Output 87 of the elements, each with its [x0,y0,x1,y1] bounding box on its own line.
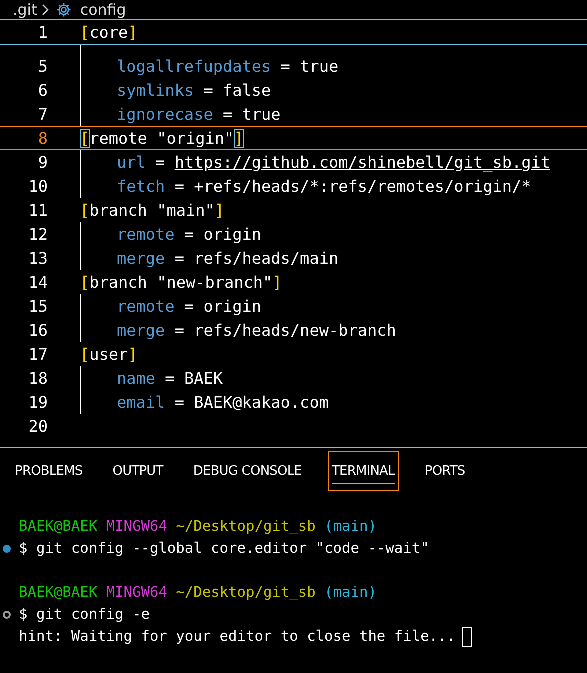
section-name: branch "new-branch" [90,272,273,292]
line-number: 12 [28,224,48,244]
line-number: 15 [28,296,48,316]
prompt-user: BAEK@BAEK [19,519,98,535]
equals-sign: = [204,80,214,100]
config-key: merge [117,248,166,268]
line-number: 16 [28,320,48,340]
line-number: 13 [28,248,48,268]
equals-sign: = [174,248,184,268]
breadcrumb-folder[interactable]: .git [13,0,38,18]
bracket: ] [128,22,138,42]
bracket: [ [80,272,90,292]
prompt-branch: (main) [324,585,377,601]
config-key: remote [117,296,175,316]
prompt-user: BAEK@BAEK [19,585,98,601]
panel-tab[interactable]: DEBUG CONSOLE [189,451,306,491]
equals-sign: = [280,56,290,76]
config-value: true [300,56,339,76]
gear-icon [56,2,72,18]
config-key: merge [117,320,166,340]
chevron-icon [41,4,50,16]
command-status-icon[interactable] [3,545,11,553]
terminal-command: $ git config --global core.editor "code --wait" [19,541,430,557]
equals-sign: = [184,224,194,244]
config-key: remote [117,224,175,244]
line-number: 14 [28,272,48,292]
url-link[interactable]: https://github.com/shinebell/git_sb.git [174,152,551,172]
config-key: ignorecase [117,104,214,124]
equals-sign: = [184,296,194,316]
bracket: ] [214,200,225,220]
bracket: ] [128,344,138,364]
bracket: [ [80,200,90,220]
section-name: user [90,344,128,364]
config-value: BAEK [184,368,223,388]
panel-tab[interactable]: PORTS [420,451,470,491]
prompt-branch: (main) [324,519,377,535]
config-value: origin [204,224,262,244]
line-number: 10 [28,176,48,196]
bracket: ] [234,128,244,148]
bracket: ] [272,272,282,292]
bracket: [ [80,344,90,364]
config-key: fetch [117,176,166,196]
section-name: branch "main" [90,200,215,220]
equals-sign: = [156,152,166,172]
panel-tab[interactable]: TERMINAL [328,451,399,491]
equals-sign: = [174,392,184,412]
line-number: 19 [28,392,48,412]
command-status-icon[interactable] [3,611,11,619]
config-value: BAEK@kakao.com [194,392,329,412]
line-number: 11 [28,200,48,220]
config-key: url [117,152,146,172]
line-number: 1 [37,22,48,42]
prompt-path: ~/Desktop/git_sb [176,519,316,535]
config-value: true [242,104,281,124]
config-key: logallrefupdates [117,56,272,76]
prompt-path: ~/Desktop/git_sb [176,585,316,601]
line-number: 20 [28,416,48,436]
config-value: origin [204,296,262,316]
config-value: refs/heads/main [194,248,339,268]
line-number: 6 [37,80,48,100]
equals-sign: = [165,368,175,388]
config-value: +refs/heads/*:refs/remotes/origin/* [194,176,532,196]
line-number: 18 [28,368,48,388]
breadcrumb-file[interactable]: config [80,0,126,18]
config-key: symlinks [117,80,194,100]
terminal-output: hint: Waiting for your editor to close the file... [19,629,456,645]
terminal-command: $ git config -e [19,607,150,623]
line-number: 9 [37,152,48,172]
line-number: 17 [28,344,48,364]
panel-tab[interactable]: OUTPUT [108,451,168,491]
bracket: [ [80,22,90,42]
line-number: 8 [37,128,48,148]
equals-sign: = [222,104,233,124]
bracket: [ [80,128,90,148]
panel-tab[interactable]: PROBLEMS [11,451,87,491]
equals-sign: = [174,320,184,340]
prompt-system: MINGW64 [106,585,168,601]
line-number: 7 [37,104,48,124]
config-value: refs/heads/new-branch [194,320,396,340]
config-key: name [117,368,156,388]
prompt-system: MINGW64 [106,519,168,535]
line-number: 5 [37,56,48,76]
section-name: remote "origin" [90,128,234,148]
config-value: false [222,80,272,100]
config-key: email [117,392,166,412]
section-name: core [90,22,128,42]
equals-sign: = [174,176,184,196]
